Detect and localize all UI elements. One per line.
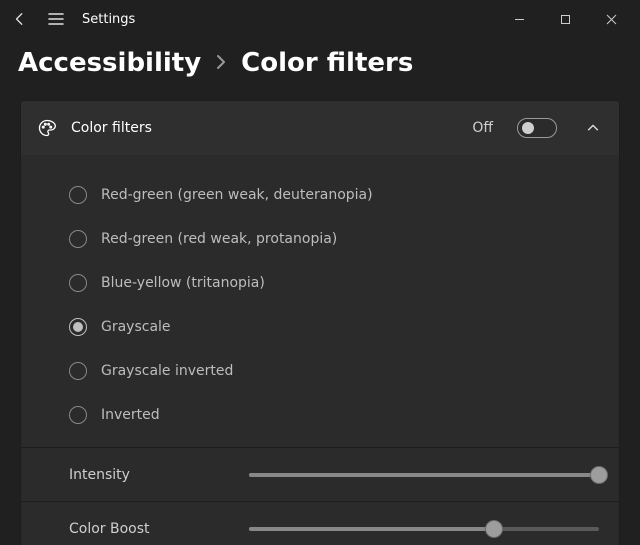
card-title: Color filters: [71, 120, 458, 136]
filter-option-label: Grayscale: [101, 319, 171, 335]
filter-option[interactable]: Blue-yellow (tritanopia): [21, 261, 619, 305]
radio-icon: [69, 186, 87, 204]
maximize-icon: [560, 14, 571, 25]
filter-option-label: Blue-yellow (tritanopia): [101, 275, 265, 291]
intensity-slider[interactable]: [249, 465, 599, 485]
color-boost-slider[interactable]: [249, 519, 599, 539]
close-icon: [606, 14, 617, 25]
window-title: Settings: [82, 12, 135, 27]
filter-option[interactable]: Red-green (red weak, protanopia): [21, 217, 619, 261]
page-heading: Accessibility Color filters: [0, 38, 640, 100]
chevron-right-icon: [215, 54, 227, 70]
toggle-knob: [522, 122, 534, 134]
expand-button[interactable]: [583, 118, 603, 138]
chevron-up-icon: [586, 121, 600, 135]
radio-icon: [69, 230, 87, 248]
filter-options: Red-green (green weak, deuteranopia) Red-…: [21, 155, 619, 447]
filter-option[interactable]: Inverted: [21, 393, 619, 437]
back-button[interactable]: [6, 5, 34, 33]
filter-option[interactable]: Red-green (green weak, deuteranopia): [21, 173, 619, 217]
close-button[interactable]: [588, 3, 634, 35]
slider-fill: [249, 473, 599, 477]
filter-option-label: Red-green (red weak, protanopia): [101, 231, 337, 247]
slider-fill: [249, 527, 494, 531]
toggle-state-label: Off: [472, 120, 493, 136]
color-filters-toggle[interactable]: [517, 118, 557, 138]
radio-icon: [69, 274, 87, 292]
color-boost-row: Color Boost: [21, 501, 619, 545]
titlebar: Settings: [0, 0, 640, 38]
hamburger-icon: [48, 12, 64, 26]
breadcrumb-separator: [215, 51, 227, 75]
filter-option-label: Grayscale inverted: [101, 363, 233, 379]
filter-option[interactable]: Grayscale: [21, 305, 619, 349]
minimize-icon: [514, 14, 525, 25]
slider-thumb[interactable]: [590, 466, 608, 484]
minimize-button[interactable]: [496, 3, 542, 35]
breadcrumb-current: Color filters: [241, 48, 413, 78]
radio-icon: [69, 318, 87, 336]
card-header[interactable]: Color filters Off: [21, 101, 619, 155]
maximize-button[interactable]: [542, 3, 588, 35]
intensity-row: Intensity: [21, 447, 619, 501]
palette-icon: [37, 118, 57, 138]
slider-thumb[interactable]: [485, 520, 503, 538]
color-filters-card: Color filters Off Red-green (green weak,…: [20, 100, 620, 545]
nav-menu-button[interactable]: [42, 5, 70, 33]
radio-icon: [69, 406, 87, 424]
radio-icon: [69, 362, 87, 380]
filter-option-label: Red-green (green weak, deuteranopia): [101, 187, 373, 203]
filter-option[interactable]: Grayscale inverted: [21, 349, 619, 393]
arrow-left-icon: [13, 12, 27, 26]
color-boost-label: Color Boost: [69, 521, 229, 537]
breadcrumb-parent[interactable]: Accessibility: [18, 48, 201, 78]
filter-option-label: Inverted: [101, 407, 160, 423]
intensity-label: Intensity: [69, 467, 229, 483]
